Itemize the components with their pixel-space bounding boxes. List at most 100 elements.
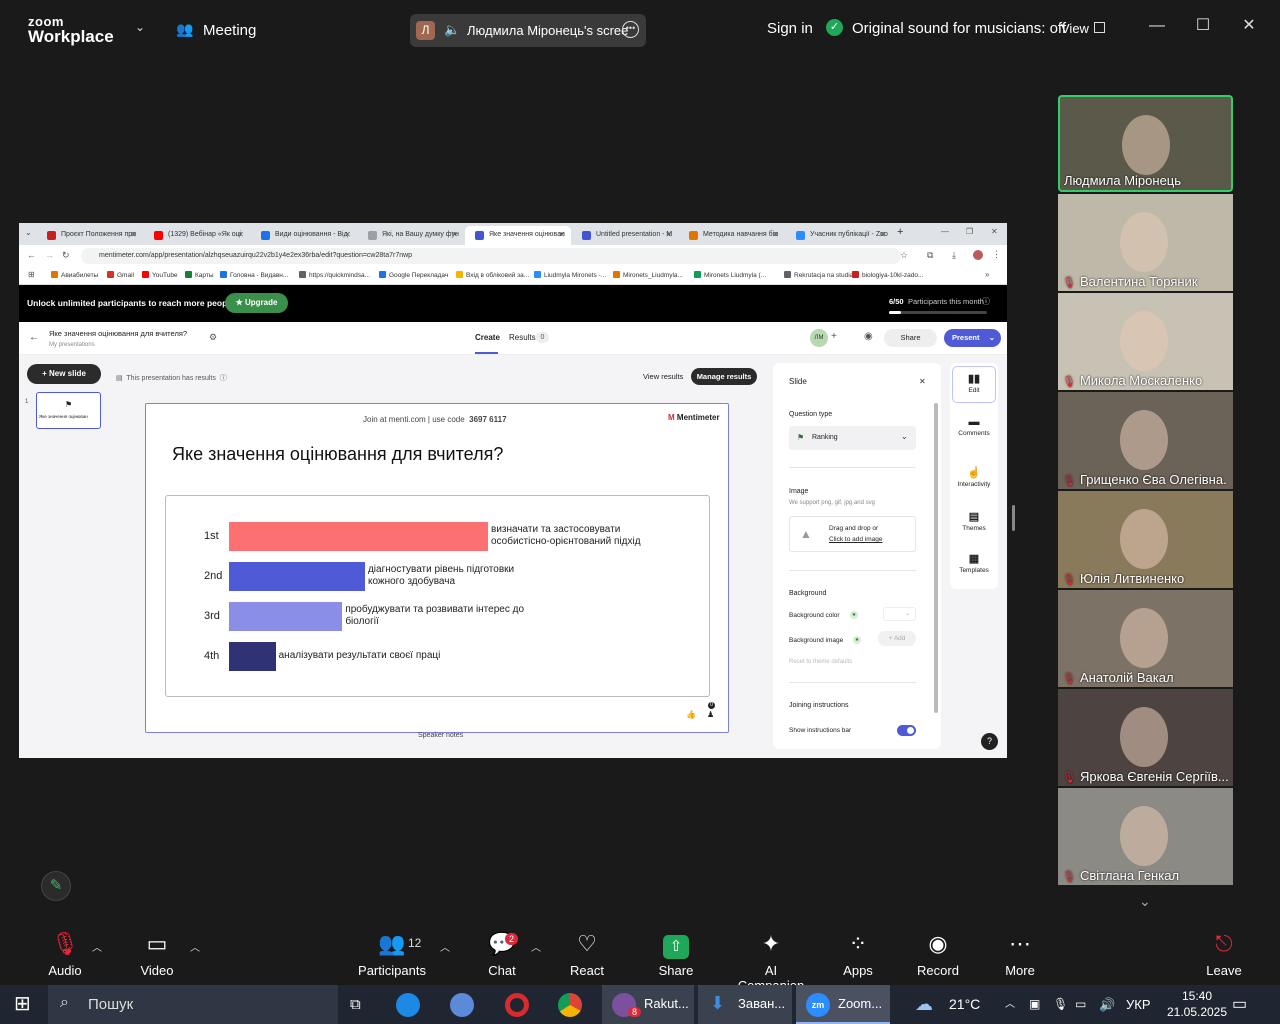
chat-options-caret-icon[interactable]: ︿ bbox=[531, 939, 541, 954]
meeting-label[interactable]: Meeting bbox=[203, 22, 256, 39]
participant-video-tile[interactable]: 🎙 Яркова Євгенія Сергіїв... bbox=[1058, 689, 1233, 786]
side-item-templates[interactable]: ▦ Templates bbox=[950, 552, 998, 574]
speaker-notes-toggle[interactable]: Speaker notes bbox=[418, 732, 463, 739]
apps-button[interactable]: ⁘ Apps bbox=[818, 929, 898, 978]
background-color-picker[interactable]: ⌄ bbox=[883, 607, 916, 621]
tab-close-icon[interactable]: ✕ bbox=[772, 230, 779, 239]
screen-share-indicator[interactable]: Л 🔈 Людмила Міронець's scree ••• bbox=[410, 14, 646, 47]
info-icon[interactable]: ⓘ bbox=[982, 296, 990, 307]
bookmark-item[interactable]: Авиабилеты bbox=[51, 271, 98, 279]
browser-tab[interactable]: Методика навчання біо ✕ bbox=[679, 226, 785, 245]
image-dropzone[interactable]: ▲ Drag and drop or Click to add image bbox=[789, 516, 916, 552]
gallery-scroll-down-icon[interactable]: ⌄ bbox=[1139, 893, 1151, 910]
browser-tab[interactable]: Проєкт Положення про ✕ bbox=[37, 226, 143, 245]
new-tab-icon[interactable]: + bbox=[897, 226, 903, 238]
leave-button[interactable]: ⎋ Leave bbox=[1184, 929, 1264, 978]
tray-expand-icon[interactable]: ︿ bbox=[1005, 985, 1015, 1024]
video-button[interactable]: ▭ Video bbox=[117, 929, 197, 978]
close-icon[interactable]: ✕ bbox=[1237, 14, 1261, 38]
url-field[interactable]: mentimeter.com/app/presentation/alzhqseu… bbox=[81, 248, 901, 264]
react-button[interactable]: ♡ React bbox=[547, 929, 627, 978]
weather-temperature[interactable]: 21°C bbox=[949, 985, 980, 1024]
bookmark-item[interactable]: Gmail bbox=[107, 271, 134, 279]
browser-icon[interactable] bbox=[450, 993, 474, 1017]
like-icon[interactable]: 👍 bbox=[686, 710, 696, 719]
downloads-icon[interactable]: ⤓ bbox=[952, 250, 956, 261]
windows-start-icon[interactable]: ⊞ bbox=[14, 985, 31, 1024]
annotate-pencil-icon[interactable]: ✎ bbox=[41, 871, 71, 901]
bookmark-item[interactable]: Google Перекладач bbox=[379, 271, 448, 279]
participant-video-tile[interactable]: 🎙 Валентина Торяник bbox=[1058, 194, 1233, 291]
panel-close-icon[interactable]: ✕ bbox=[919, 377, 926, 386]
clock[interactable]: 15:40 21.05.2025 bbox=[1163, 988, 1231, 1020]
slide-thumbnail[interactable]: ⚑ Яке значення оцінюван bbox=[36, 392, 101, 429]
tab-close-icon[interactable]: ✕ bbox=[451, 230, 458, 239]
tab-create[interactable]: Create bbox=[475, 333, 500, 342]
more-options-icon[interactable]: ••• bbox=[622, 21, 639, 38]
manage-results-button[interactable]: Manage results bbox=[691, 368, 757, 385]
record-button[interactable]: ◉ Record bbox=[898, 929, 978, 978]
tray-microphone-icon[interactable]: 🎙 bbox=[1053, 985, 1068, 1024]
taskbar-zoom[interactable]: zm Zoom... bbox=[796, 985, 890, 1024]
profile-avatar[interactable] bbox=[973, 250, 983, 260]
tab-close-icon[interactable]: ✕ bbox=[237, 230, 244, 239]
ai-companion-button[interactable]: ✦AI Companion bbox=[731, 929, 811, 993]
bookmark-item[interactable]: Mironets Liudmyla (... bbox=[694, 271, 766, 279]
tab-close-icon[interactable]: ✕ bbox=[665, 230, 672, 239]
add-collaborator-icon[interactable]: + bbox=[831, 331, 837, 342]
click-to-add-link[interactable]: Click to add image bbox=[829, 536, 882, 543]
edge-icon[interactable] bbox=[396, 993, 420, 1017]
tab-list-icon[interactable]: ⌄ bbox=[25, 228, 32, 237]
original-sound-status[interactable]: Original sound for musicians: off bbox=[852, 20, 1066, 37]
back-arrow-icon[interactable]: ← bbox=[29, 332, 39, 343]
user-avatar[interactable]: ЛМ bbox=[810, 329, 828, 347]
browser-menu-icon[interactable]: ⋮ bbox=[992, 249, 1001, 260]
side-item-edit[interactable]: ▮▮ Edit bbox=[950, 372, 998, 394]
presentation-title[interactable]: Яке значення оцінювання для вчителя? bbox=[49, 329, 187, 338]
bookmark-item[interactable]: Головна - Видавн... bbox=[220, 271, 288, 279]
minimize-icon[interactable]: — bbox=[1145, 14, 1169, 38]
taskbar-download[interactable]: ⬇ Заван... bbox=[698, 985, 792, 1024]
forward-icon[interactable]: → bbox=[45, 250, 54, 260]
participant-video-tile[interactable]: Людмила Міронець bbox=[1058, 95, 1233, 192]
help-icon[interactable]: ⓘ bbox=[220, 375, 227, 382]
volume-icon[interactable]: 🔊 bbox=[1099, 985, 1115, 1024]
participant-video-tile[interactable]: 🎙 Анатолій Вакал bbox=[1058, 590, 1233, 687]
preview-eye-icon[interactable]: ◉ bbox=[864, 331, 873, 342]
weather-cloud-icon[interactable]: ☁ bbox=[915, 985, 933, 1024]
bookmark-item[interactable]: Карты bbox=[185, 271, 214, 279]
tray-camera-icon[interactable]: ▣ bbox=[1029, 985, 1040, 1024]
window-close-icon[interactable]: ✕ bbox=[991, 227, 998, 236]
view-button[interactable]: View bbox=[1061, 21, 1089, 36]
taskbar-viber[interactable]: 8 Rakut... bbox=[602, 985, 694, 1024]
side-item-comments[interactable]: ▬ Comments bbox=[950, 416, 998, 437]
share-screen-button[interactable]: ⇧ Share bbox=[636, 929, 716, 978]
present-dropdown-icon[interactable]: ⌄ bbox=[989, 329, 995, 347]
present-button[interactable]: Present ⌄ bbox=[944, 329, 1001, 347]
browser-tab[interactable]: (1329) Вебінар «Як оці ✕ bbox=[144, 226, 250, 245]
bookmark-star-icon[interactable]: ☆ bbox=[900, 250, 908, 261]
bookmark-item[interactable]: biologiya-10kl-zado... bbox=[852, 271, 923, 279]
window-restore-icon[interactable]: ❐ bbox=[966, 227, 973, 236]
back-icon[interactable]: ← bbox=[27, 250, 36, 260]
participant-video-tile[interactable]: 🎙 Світлана Генкал bbox=[1058, 788, 1233, 885]
chevron-down-icon[interactable]: ⌄ bbox=[135, 20, 145, 34]
browser-tab[interactable]: Учасник публікації - Zoo ✕ bbox=[786, 226, 892, 245]
chat-button[interactable]: 💬 Chat bbox=[462, 929, 542, 978]
meeting-icon[interactable]: 👥 bbox=[176, 21, 193, 38]
audio-options-caret-icon[interactable]: ︿ bbox=[92, 939, 102, 954]
browser-tab[interactable]: Яке значення оцінюван ✕ bbox=[465, 226, 571, 245]
view-results-button[interactable]: View results bbox=[643, 372, 683, 381]
question-type-select[interactable]: ⚑ Ranking ⌄ bbox=[789, 426, 916, 450]
window-minimize-icon[interactable]: — bbox=[941, 227, 949, 236]
tab-close-icon[interactable]: ✕ bbox=[558, 230, 565, 239]
participant-video-tile[interactable]: 🎙 Юлія Литвиненко bbox=[1058, 491, 1233, 588]
share-button[interactable]: Share bbox=[884, 329, 937, 347]
tab-close-icon[interactable]: ✕ bbox=[879, 230, 886, 239]
resize-handle[interactable] bbox=[1012, 505, 1015, 531]
side-item-themes[interactable]: ▤ Themes bbox=[950, 510, 998, 532]
new-slide-button[interactable]: + New slide bbox=[27, 364, 101, 384]
chrome-icon[interactable] bbox=[558, 993, 582, 1017]
browser-tab[interactable]: Які, на Вашу думку фун ✕ bbox=[358, 226, 464, 245]
task-view-icon[interactable]: ⧉ bbox=[350, 985, 361, 1024]
